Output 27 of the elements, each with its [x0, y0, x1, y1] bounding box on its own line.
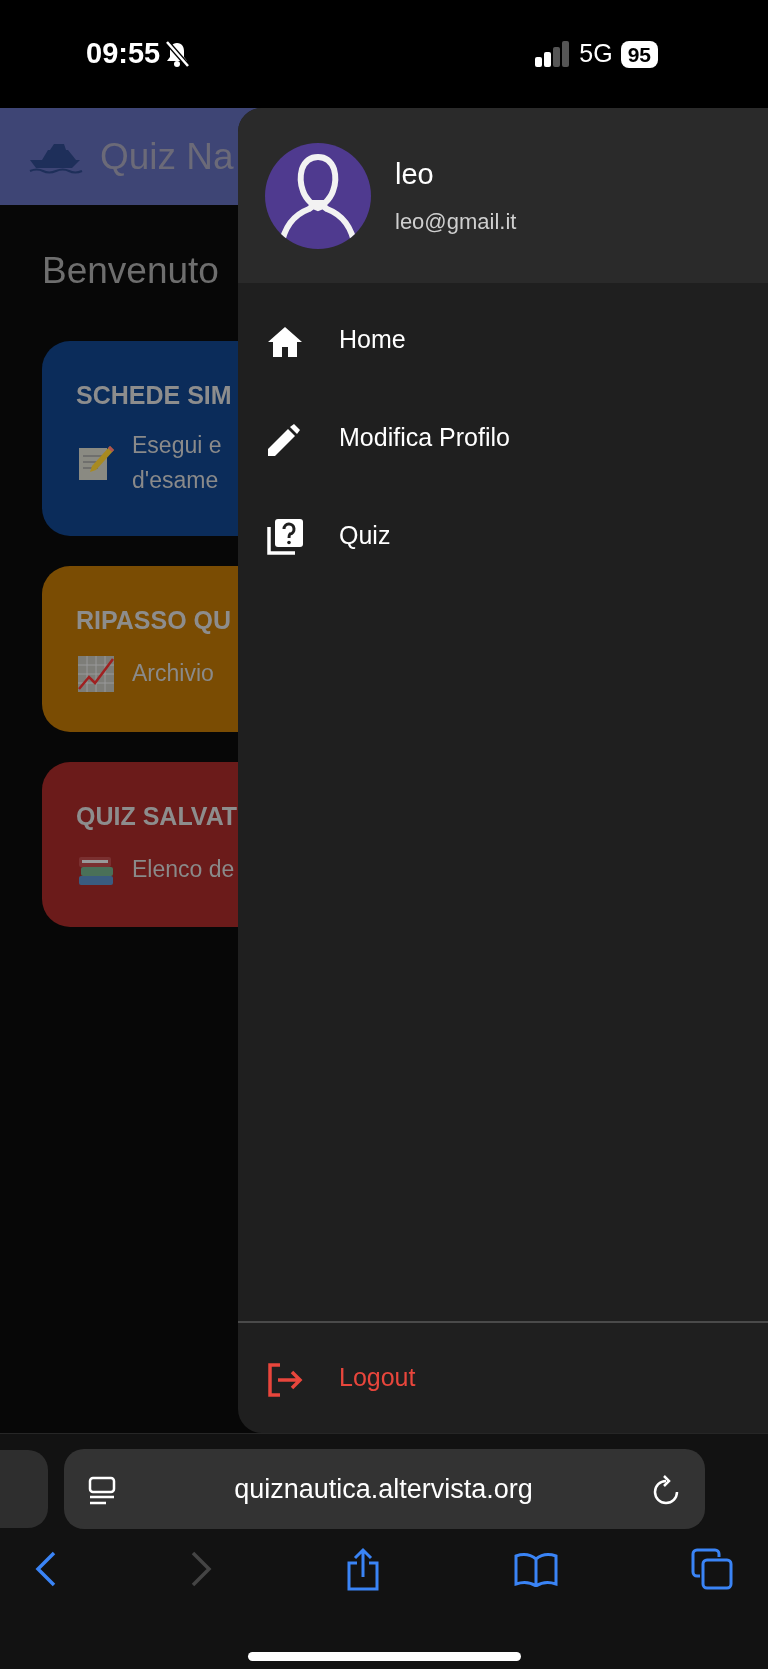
network-label: 5G — [579, 38, 613, 70]
card-description: d'esame — [132, 466, 220, 495]
user-email: leo@gmail.it — [395, 207, 517, 236]
clock-time: 09:55 — [86, 36, 161, 72]
logout-item[interactable]: Logout — [238, 1323, 768, 1433]
drawer-menu-item[interactable]: Modifica Profilo — [238, 389, 768, 487]
card-title: QUIZ SALVAT — [76, 800, 239, 832]
notepad-icon — [76, 443, 116, 483]
card-title: RIPASSO QU — [76, 605, 233, 636]
user-name: leo — [395, 157, 435, 193]
silent-bell-icon — [164, 40, 191, 68]
drawer-menu-item[interactable]: Quiz — [238, 487, 768, 585]
card-description: Elenco de — [132, 854, 235, 884]
chart-icon — [76, 653, 116, 694]
address-bar[interactable]: quiznautica.altervista.org — [64, 1449, 705, 1529]
url-text: quiznautica.altervista.org — [234, 1472, 533, 1506]
battery-level: 95 — [620, 40, 658, 68]
card-description: Archivio — [132, 659, 214, 688]
signal-icon — [535, 41, 572, 67]
drawer-menu-item[interactable]: Home — [238, 291, 768, 389]
share-icon[interactable] — [345, 1547, 381, 1591]
card-title: SCHEDE SIM — [76, 379, 233, 411]
tabs-icon[interactable] — [691, 1548, 733, 1590]
welcome-heading: Benvenuto — [42, 249, 220, 293]
back-icon[interactable] — [35, 1551, 57, 1587]
book-icon[interactable] — [514, 1551, 558, 1587]
card-description: Esegui e — [132, 431, 222, 460]
